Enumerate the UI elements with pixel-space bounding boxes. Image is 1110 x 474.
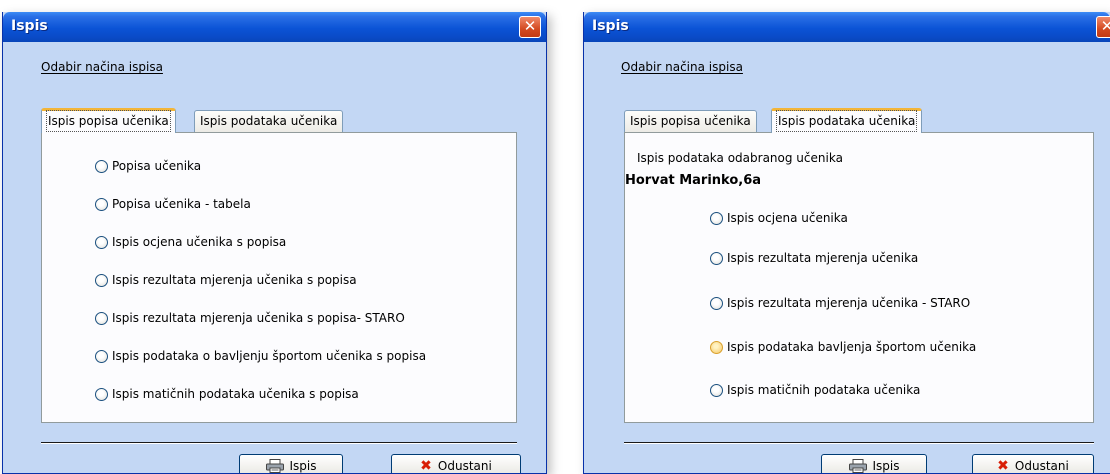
print-button-label: Ispis (289, 459, 317, 473)
tab-ispis-podataka[interactable]: Ispis podataka učenika (194, 110, 344, 132)
cancel-button[interactable]: ✖ Odustani (391, 454, 521, 474)
option-label: Ispis rezultata mjerenja učenika s popis… (112, 311, 405, 325)
option-rezultata-mjerenja-staro[interactable]: Ispis rezultata mjerenja učenika s popis… (95, 311, 405, 325)
tab-ispis-popisa[interactable]: Ispis popisa učenika (41, 108, 176, 133)
option-label: Ispis ocjena učenika s popisa (112, 235, 287, 249)
tab-label: Ispis podataka učenika (775, 110, 918, 132)
print-button[interactable]: Ispis (239, 454, 343, 473)
option-maticni-podaci[interactable]: Ispis matičnih podataka učenika s popisa (95, 387, 359, 401)
dialog-ispis-popisa: Ispis ✕ Odabir načina ispisa Ispis popis… (2, 12, 547, 474)
option-rezultata-mjerenja[interactable]: Ispis rezultata mjerenja učenika (710, 251, 918, 265)
x-icon: ✖ (420, 458, 432, 474)
option-rezultata-mjerenja-staro[interactable]: Ispis rezultata mjerenja učenika - STARO (710, 296, 970, 310)
option-label: Ispis podataka bavljenja športom učenika (727, 340, 977, 354)
radio-icon[interactable] (710, 296, 723, 310)
radio-icon[interactable] (95, 273, 108, 287)
section-label: Odabir načina ispisa (621, 60, 743, 74)
radio-icon[interactable] (95, 197, 108, 211)
radio-icon[interactable] (710, 251, 723, 265)
tab-label: Ispis popisa učenika (46, 110, 171, 132)
radio-icon[interactable] (95, 235, 108, 249)
option-bavljenje-sportom[interactable]: Ispis podataka o bavljenju športom učeni… (95, 349, 426, 363)
cancel-button[interactable]: ✖ Odustani (972, 454, 1094, 474)
info-text: Ispis podataka odabranog učenika (637, 151, 843, 165)
printer-icon (848, 459, 867, 473)
option-label: Ispis rezultata mjerenja učenika (727, 251, 919, 265)
window-title: Ispis (592, 18, 629, 34)
radio-icon[interactable] (95, 349, 108, 363)
radio-icon[interactable] (95, 311, 108, 325)
option-label: Popisa učenika (112, 159, 202, 173)
option-label: Ispis matičnih podataka učenika s popisa (112, 387, 359, 401)
option-rezultata-mjerenja[interactable]: Ispis rezultata mjerenja učenika s popis… (95, 273, 357, 287)
option-label: Popisa učenika - tabela (112, 197, 251, 211)
option-label: Ispis podataka o bavljenju športom učeni… (112, 349, 427, 363)
title-bar[interactable]: Ispis ✕ (3, 12, 546, 42)
print-button-label: Ispis (872, 459, 900, 473)
printer-icon (265, 459, 284, 473)
window-title: Ispis (11, 18, 48, 34)
cancel-button-label: Odustani (1014, 459, 1069, 473)
radio-icon[interactable] (95, 387, 108, 401)
option-popisa-ucenika-tabela[interactable]: Popisa učenika - tabela (95, 197, 251, 211)
title-bar[interactable]: Ispis ✕ (584, 12, 1110, 42)
option-label: Ispis ocjena učenika (727, 211, 848, 225)
close-button[interactable]: ✕ (519, 16, 541, 38)
radio-icon[interactable] (95, 159, 108, 173)
tab-panel: Popisa učenika Popisa učenika - tabela I… (41, 132, 517, 423)
option-label: Ispis rezultata mjerenja učenika - STARO (727, 296, 971, 310)
cancel-button-label: Odustani (437, 459, 492, 473)
close-icon: ✕ (1101, 17, 1110, 35)
radio-icon[interactable] (710, 340, 723, 354)
student-name: Horvat Marinko,6a (625, 173, 762, 188)
divider (624, 442, 1094, 444)
section-label: Odabir načina ispisa (41, 60, 163, 74)
tab-ispis-podataka[interactable]: Ispis podataka učenika (771, 108, 923, 133)
tab-label: Ispis popisa učenika (630, 114, 751, 128)
option-ocjena-ucenika[interactable]: Ispis ocjena učenika (710, 211, 848, 225)
option-bavljenje-sportom[interactable]: Ispis podataka bavljenja športom učenika (710, 340, 976, 354)
option-popisa-ucenika[interactable]: Popisa učenika (95, 159, 201, 173)
radio-icon[interactable] (710, 211, 723, 225)
x-icon: ✖ (997, 458, 1009, 474)
option-ocjena-ucenika[interactable]: Ispis ocjena učenika s popisa (95, 235, 286, 249)
print-button[interactable]: Ispis (821, 454, 927, 473)
option-label: Ispis rezultata mjerenja učenika s popis… (112, 273, 357, 287)
option-maticni-podaci[interactable]: Ispis matičnih podataka učenika (710, 383, 920, 397)
tab-panel: Ispis podataka odabranog učenika Horvat … (624, 132, 1094, 423)
tab-ispis-popisa[interactable]: Ispis popisa učenika (624, 110, 757, 132)
close-icon: ✕ (523, 17, 537, 35)
divider (41, 442, 517, 444)
close-button[interactable]: ✕ (1096, 16, 1110, 38)
option-label: Ispis matičnih podataka učenika (727, 383, 921, 397)
tab-label: Ispis podataka učenika (200, 114, 338, 128)
radio-icon[interactable] (710, 383, 723, 397)
dialog-ispis-podataka: Ispis ✕ Odabir načina ispisa Ispis popis… (583, 12, 1110, 474)
